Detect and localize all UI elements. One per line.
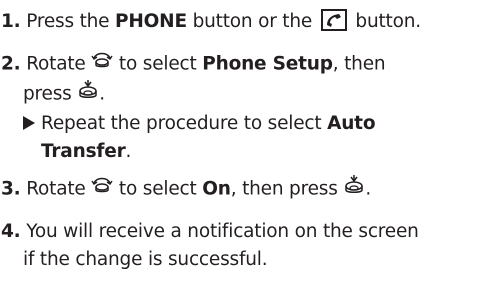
step-2: 2. Rotate to select Phone Setup, then pr… xyxy=(1,50,477,166)
substep-text: . xyxy=(125,141,132,162)
step-4-line-2: if the change is successful. xyxy=(1,246,477,274)
step-2-subline-2: Transfer. xyxy=(1,138,477,166)
rotate-selector-icon xyxy=(91,175,113,204)
step-2-line-2: press . xyxy=(1,79,477,110)
step-text: to select xyxy=(113,178,203,200)
step-2-line-1: 2. Rotate to select Phone Setup, then xyxy=(1,50,477,79)
menu-option-label: On xyxy=(202,178,231,200)
step-4: 4. You will receive a notification on th… xyxy=(1,218,477,274)
step-text: . xyxy=(99,83,105,105)
step-text: Rotate xyxy=(20,53,92,75)
step-text: if the change is successful. xyxy=(23,249,268,270)
step-text: press xyxy=(23,83,78,105)
step-number: 1. xyxy=(1,11,21,32)
phone-button-label: PHONE xyxy=(115,11,187,32)
menu-option-label: Phone Setup xyxy=(202,53,333,75)
step-text: button or the xyxy=(186,11,318,32)
step-text: , then press xyxy=(230,178,344,200)
step-2-subline-1: Repeat the procedure to select Auto xyxy=(1,110,477,138)
step-text: Rotate xyxy=(20,178,92,200)
step-text: Press the xyxy=(20,11,116,32)
menu-option-label: Auto xyxy=(327,113,376,134)
menu-option-label: Transfer xyxy=(41,141,126,162)
step-number: 3. xyxy=(1,178,21,200)
step-text: to select xyxy=(113,53,203,75)
phone-handset-icon xyxy=(320,9,347,31)
substep-text: Repeat the procedure to select xyxy=(41,113,328,134)
triangle-bullet-icon xyxy=(23,116,35,130)
step-4-line-1: 4. You will receive a notification on th… xyxy=(1,218,477,246)
step-3-line: 3. Rotate to select On, then press . xyxy=(1,174,477,205)
step-text: . xyxy=(365,178,372,200)
step-3: 3. Rotate to select On, then press . xyxy=(1,174,477,205)
step-1-line: 1. Press the PHONE button or the button. xyxy=(1,8,477,36)
step-1: 1. Press the PHONE button or the button. xyxy=(1,8,477,36)
instruction-document: 1. Press the PHONE button or the button.… xyxy=(0,0,479,288)
step-text: button. xyxy=(349,11,421,32)
step-number: 4. xyxy=(1,221,21,242)
press-selector-icon xyxy=(343,174,365,205)
step-text: You will receive a notification on the s… xyxy=(20,221,419,242)
step-number: 2. xyxy=(1,53,21,75)
step-text: , then xyxy=(332,53,386,75)
rotate-selector-icon xyxy=(91,50,113,79)
press-selector-icon xyxy=(77,79,99,110)
